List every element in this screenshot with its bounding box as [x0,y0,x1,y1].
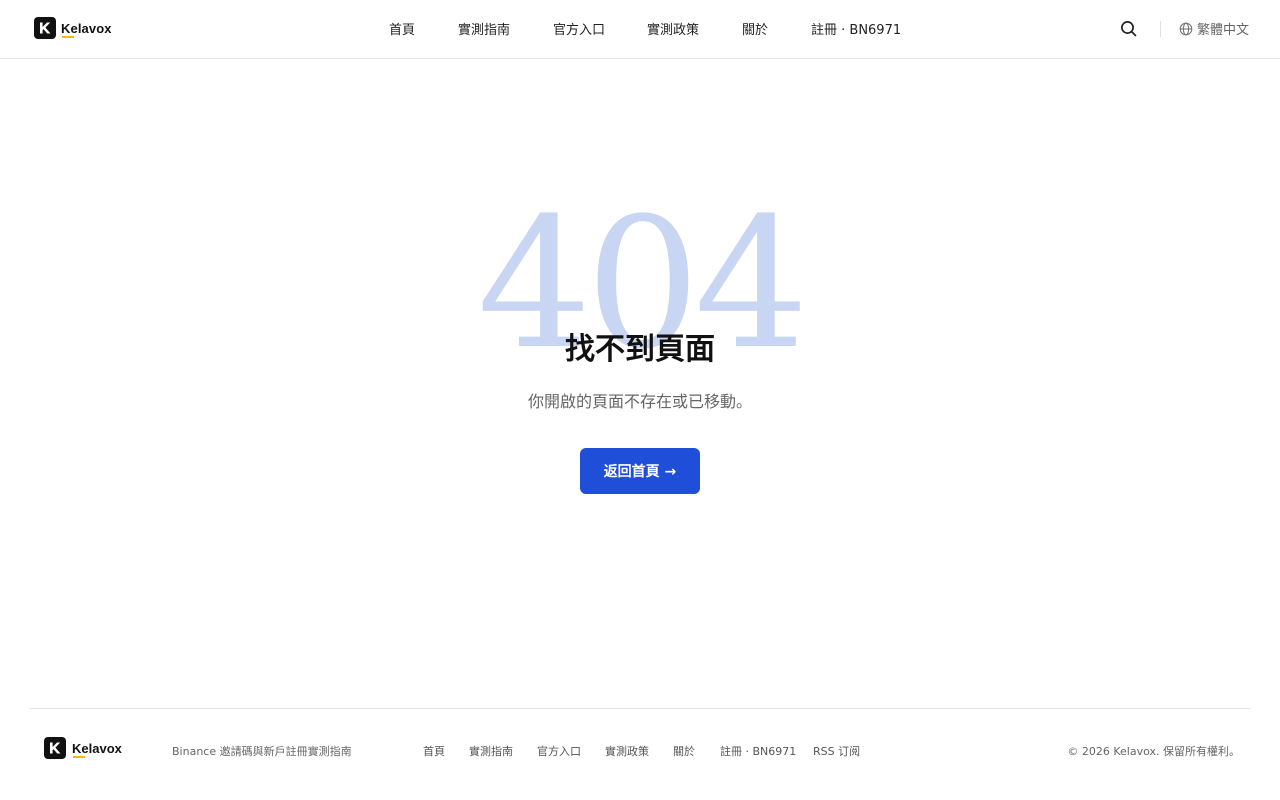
footer-divider [30,708,1250,709]
copyright: © 2026 Kelavox. 保留所有權利。 [1067,745,1240,758]
footer-link-home[interactable]: 首頁 [423,743,445,759]
footer-link-guide[interactable]: 實測指南 [469,743,513,759]
header-divider [1160,21,1161,37]
nav-guide[interactable]: 實測指南 [458,19,510,38]
nav-register[interactable]: 註冊 · BN6971 [811,19,901,38]
search-icon [1121,21,1137,37]
footer-link-register[interactable]: 註冊 · BN6971 [720,743,796,759]
footer-link-rss[interactable]: RSS 订阅 [813,743,860,759]
k-logo-icon [34,17,56,39]
footer-link-policy[interactable]: 實測政策 [605,743,649,759]
main-nav: 首頁 實測指南 官方入口 實測政策 關於 註冊 · BN6971 [0,0,1280,58]
nav-home[interactable]: 首頁 [389,19,415,38]
back-home-button[interactable]: 返回首頁 → [580,448,700,494]
brand-name: Kelavox [61,20,112,38]
footer-link-about[interactable]: 關於 [673,743,695,759]
language-label: 繁體中文 [1197,23,1250,38]
language-switch[interactable]: 繁體中文 [1179,19,1249,38]
globe-icon [1179,22,1193,35]
header-logo-link[interactable]: Kelavox [34,17,112,39]
footer-tagline: Binance 邀請碼與新戶註冊實測指南 [172,745,352,758]
page-title: 找不到頁面 [565,332,715,367]
k-logo-icon [44,737,66,759]
nav-about[interactable]: 關於 [742,19,768,38]
footer-link-official-entry[interactable]: 官方入口 [537,743,581,759]
footer-brand-name: Kelavox [72,740,122,758]
footer-logo-link[interactable]: Kelavox [44,737,122,759]
site-header: Kelavox 首頁 實測指南 官方入口 實測政策 關於 註冊 · BN6971… [0,0,1280,59]
nav-official-entry[interactable]: 官方入口 [553,19,605,38]
error-description: 你開啟的頁面不存在或已移動。 [527,392,752,411]
nav-policy[interactable]: 實測政策 [647,19,699,38]
search-button[interactable] [1120,20,1138,38]
